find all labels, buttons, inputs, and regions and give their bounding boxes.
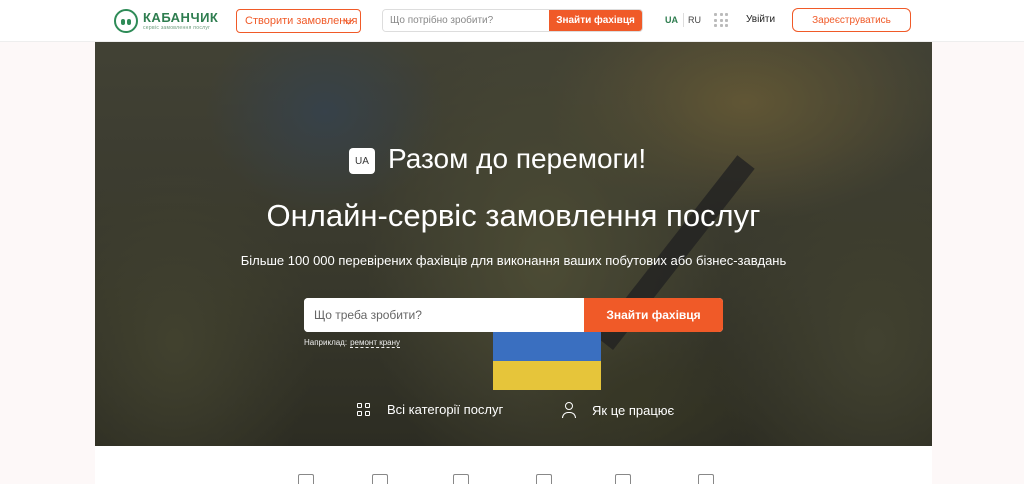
lang-ua-link[interactable]: UA — [665, 15, 678, 25]
logo-name: КАБАНЧИК — [143, 10, 219, 25]
grid-icon[interactable] — [698, 474, 714, 484]
search-example: Наприклад: ремонт крану — [304, 338, 401, 348]
logo[interactable]: КАБАНЧИК сервіс замовлення послуг — [114, 7, 218, 35]
all-categories-label: Всі категорії послуг — [387, 402, 504, 417]
header-search-input[interactable] — [383, 10, 549, 31]
hero-slogan: Разом до перемоги! — [388, 143, 647, 174]
lang-ru-link[interactable]: RU — [688, 15, 701, 25]
category-strip — [95, 446, 932, 484]
hero-subtitle: Більше 100 000 перевірених фахівців для … — [240, 253, 787, 268]
create-order-label: Створити замовлення — [245, 15, 358, 27]
car-icon[interactable] — [536, 474, 552, 484]
broom-icon[interactable] — [453, 474, 469, 484]
categories-grid-icon — [357, 402, 371, 417]
how-it-works-label: Як це працює — [592, 402, 675, 418]
how-it-works-link[interactable]: Як це працює — [562, 402, 674, 418]
site-header: КАБАНЧИК сервіс замовлення послуг Створи… — [0, 0, 1024, 42]
header-search: Знайти фахівця — [382, 9, 643, 32]
hero-search: Знайти фахівця — [304, 298, 723, 332]
hero-search-input[interactable] — [304, 298, 584, 332]
house-icon[interactable] — [298, 474, 314, 484]
hero-banner: UA Разом до перемоги! Онлайн-сервіс замо… — [95, 42, 932, 446]
briefcase-icon[interactable] — [615, 474, 631, 484]
hero-title: Онлайн-сервіс замовлення послуг — [266, 198, 761, 233]
hero-find-specialist-button[interactable]: Знайти фахівця — [584, 298, 723, 332]
all-categories-link[interactable]: Всі категорії послуг — [357, 402, 503, 417]
register-button[interactable]: Зареєструватись — [792, 8, 911, 32]
piggy-logo-icon — [114, 9, 138, 33]
example-link[interactable]: ремонт крану — [350, 338, 401, 348]
user-icon — [562, 402, 576, 418]
ua-badge: UA — [349, 148, 375, 174]
truck-icon[interactable] — [372, 474, 388, 484]
login-link[interactable]: Увійти — [746, 14, 775, 25]
lang-divider — [683, 13, 684, 27]
example-prefix: Наприклад: — [304, 338, 348, 347]
header-find-specialist-button[interactable]: Знайти фахівця — [549, 10, 642, 31]
logo-tagline: сервіс замовлення послуг — [143, 25, 211, 31]
create-order-dropdown[interactable]: Створити замовлення — [236, 9, 361, 33]
apps-grid-icon[interactable] — [714, 13, 728, 27]
